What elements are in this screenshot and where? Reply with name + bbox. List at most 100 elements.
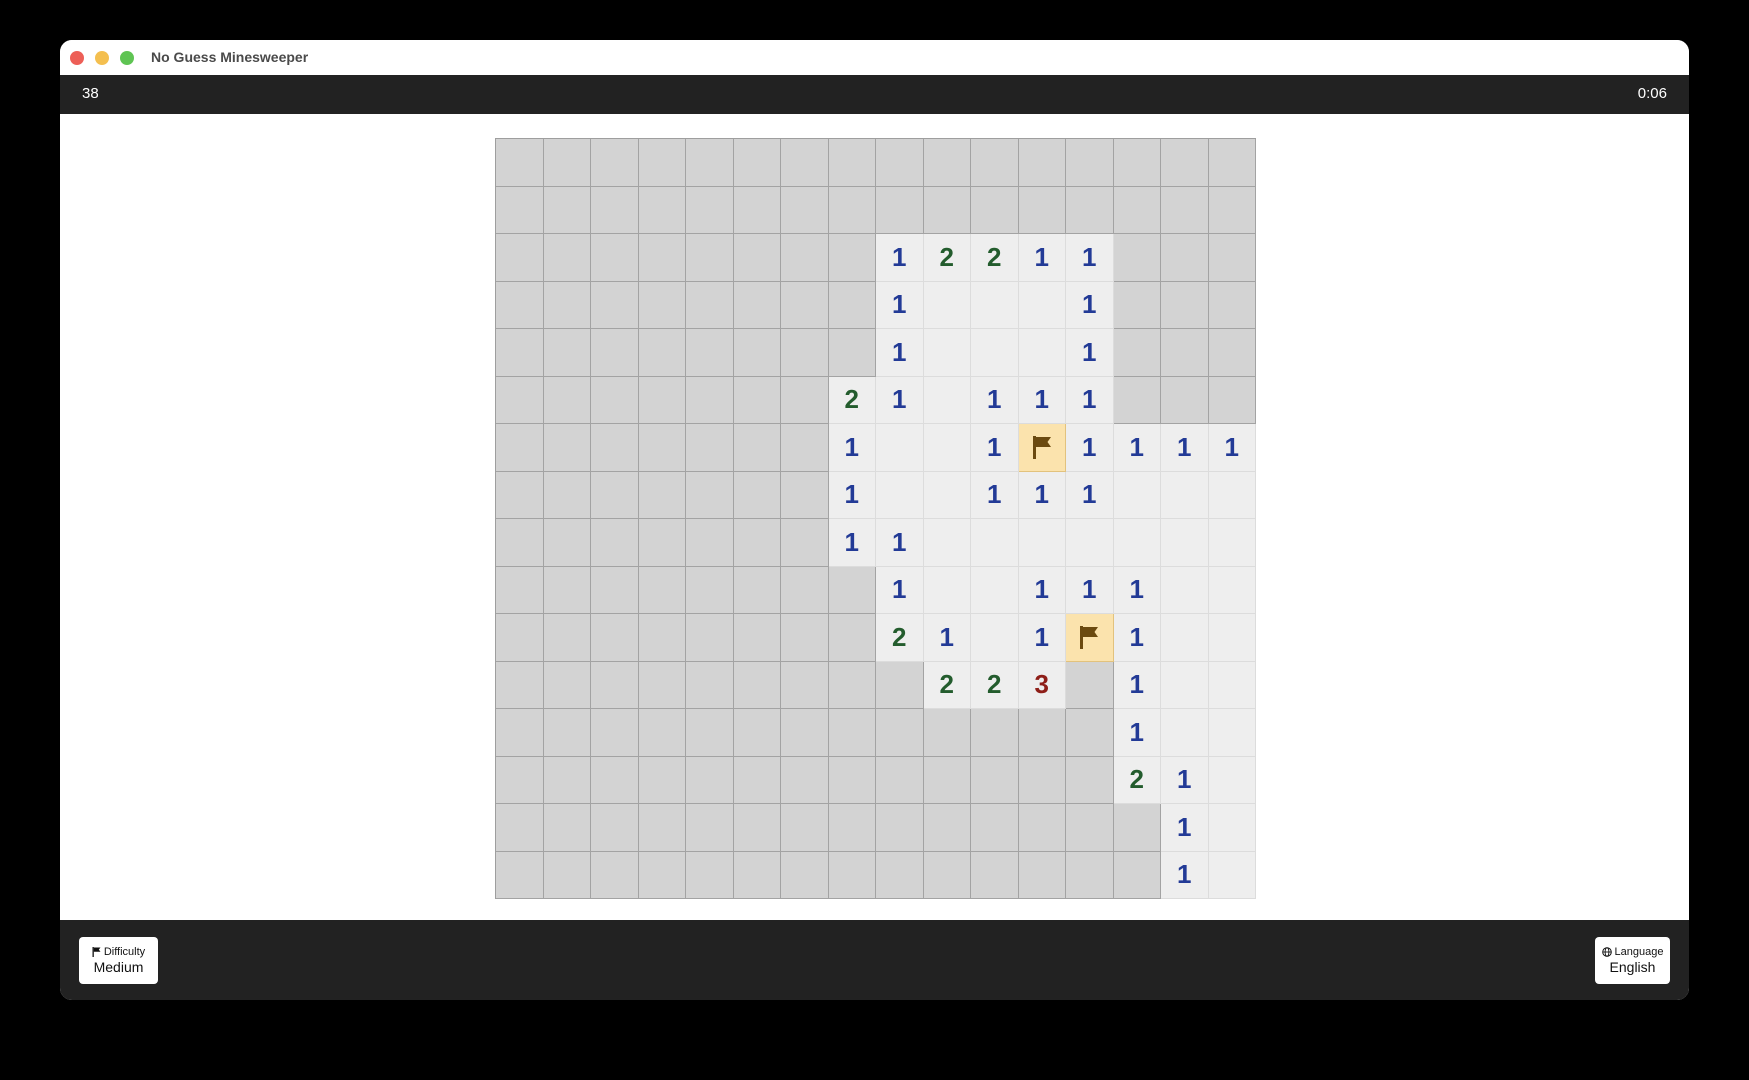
revealed-number-cell[interactable]: 1 [828, 519, 876, 567]
hidden-cell[interactable] [733, 566, 781, 614]
hidden-cell[interactable] [543, 424, 591, 472]
revealed-empty-cell[interactable] [1161, 566, 1209, 614]
revealed-number-cell[interactable]: 2 [971, 661, 1019, 709]
revealed-number-cell[interactable]: 1 [1066, 376, 1114, 424]
hidden-cell[interactable] [828, 186, 876, 234]
hidden-cell[interactable] [686, 661, 734, 709]
hidden-cell[interactable] [971, 709, 1019, 757]
hidden-cell[interactable] [638, 756, 686, 804]
revealed-number-cell[interactable]: 1 [1018, 471, 1066, 519]
hidden-cell[interactable] [638, 851, 686, 899]
hidden-cell[interactable] [971, 804, 1019, 852]
hidden-cell[interactable] [591, 139, 639, 187]
hidden-cell[interactable] [1066, 186, 1114, 234]
hidden-cell[interactable] [781, 186, 829, 234]
hidden-cell[interactable] [591, 851, 639, 899]
revealed-number-cell[interactable]: 2 [876, 614, 924, 662]
hidden-cell[interactable] [733, 519, 781, 567]
hidden-cell[interactable] [686, 566, 734, 614]
hidden-cell[interactable] [638, 709, 686, 757]
hidden-cell[interactable] [876, 186, 924, 234]
hidden-cell[interactable] [543, 661, 591, 709]
revealed-empty-cell[interactable] [971, 281, 1019, 329]
revealed-empty-cell[interactable] [1208, 661, 1256, 709]
hidden-cell[interactable] [543, 329, 591, 377]
hidden-cell[interactable] [1161, 329, 1209, 377]
revealed-number-cell[interactable]: 1 [1066, 566, 1114, 614]
revealed-empty-cell[interactable] [923, 424, 971, 472]
revealed-number-cell[interactable]: 2 [1113, 756, 1161, 804]
revealed-number-cell[interactable]: 2 [923, 661, 971, 709]
revealed-empty-cell[interactable] [923, 281, 971, 329]
revealed-empty-cell[interactable] [923, 471, 971, 519]
hidden-cell[interactable] [686, 281, 734, 329]
hidden-cell[interactable] [781, 471, 829, 519]
hidden-cell[interactable] [1208, 186, 1256, 234]
difficulty-selector[interactable]: Difficulty Medium [79, 937, 158, 984]
hidden-cell[interactable] [733, 139, 781, 187]
hidden-cell[interactable] [733, 281, 781, 329]
hidden-cell[interactable] [638, 329, 686, 377]
hidden-cell[interactable] [591, 519, 639, 567]
hidden-cell[interactable] [971, 756, 1019, 804]
hidden-cell[interactable] [1208, 234, 1256, 282]
revealed-number-cell[interactable]: 1 [1018, 614, 1066, 662]
hidden-cell[interactable] [591, 281, 639, 329]
hidden-cell[interactable] [638, 186, 686, 234]
hidden-cell[interactable] [543, 519, 591, 567]
revealed-number-cell[interactable]: 2 [971, 234, 1019, 282]
hidden-cell[interactable] [496, 139, 544, 187]
hidden-cell[interactable] [543, 614, 591, 662]
hidden-cell[interactable] [828, 851, 876, 899]
hidden-cell[interactable] [543, 186, 591, 234]
hidden-cell[interactable] [781, 329, 829, 377]
hidden-cell[interactable] [828, 756, 876, 804]
hidden-cell[interactable] [828, 329, 876, 377]
hidden-cell[interactable] [496, 329, 544, 377]
hidden-cell[interactable] [971, 186, 1019, 234]
revealed-empty-cell[interactable] [1113, 519, 1161, 567]
hidden-cell[interactable] [876, 661, 924, 709]
hidden-cell[interactable] [733, 329, 781, 377]
revealed-number-cell[interactable]: 1 [876, 566, 924, 614]
revealed-empty-cell[interactable] [1208, 471, 1256, 519]
hidden-cell[interactable] [638, 424, 686, 472]
hidden-cell[interactable] [1113, 804, 1161, 852]
hidden-cell[interactable] [543, 566, 591, 614]
revealed-number-cell[interactable]: 1 [1066, 329, 1114, 377]
hidden-cell[interactable] [1161, 186, 1209, 234]
hidden-cell[interactable] [543, 756, 591, 804]
revealed-empty-cell[interactable] [1208, 851, 1256, 899]
revealed-number-cell[interactable]: 1 [1066, 471, 1114, 519]
hidden-cell[interactable] [781, 376, 829, 424]
revealed-number-cell[interactable]: 1 [876, 519, 924, 567]
hidden-cell[interactable] [828, 566, 876, 614]
hidden-cell[interactable] [591, 471, 639, 519]
hidden-cell[interactable] [591, 234, 639, 282]
revealed-empty-cell[interactable] [1018, 281, 1066, 329]
hidden-cell[interactable] [781, 614, 829, 662]
minimize-window-button[interactable] [95, 51, 109, 65]
hidden-cell[interactable] [543, 281, 591, 329]
revealed-empty-cell[interactable] [971, 519, 1019, 567]
revealed-empty-cell[interactable] [1018, 329, 1066, 377]
hidden-cell[interactable] [1066, 709, 1114, 757]
revealed-empty-cell[interactable] [923, 519, 971, 567]
revealed-empty-cell[interactable] [1161, 471, 1209, 519]
revealed-empty-cell[interactable] [1208, 709, 1256, 757]
hidden-cell[interactable] [1161, 281, 1209, 329]
hidden-cell[interactable] [638, 614, 686, 662]
hidden-cell[interactable] [686, 519, 734, 567]
revealed-empty-cell[interactable] [971, 329, 1019, 377]
hidden-cell[interactable] [781, 756, 829, 804]
hidden-cell[interactable] [876, 851, 924, 899]
hidden-cell[interactable] [876, 804, 924, 852]
hidden-cell[interactable] [733, 614, 781, 662]
hidden-cell[interactable] [781, 139, 829, 187]
revealed-number-cell[interactable]: 2 [923, 234, 971, 282]
hidden-cell[interactable] [781, 519, 829, 567]
hidden-cell[interactable] [686, 376, 734, 424]
revealed-empty-cell[interactable] [923, 566, 971, 614]
revealed-number-cell[interactable]: 1 [971, 471, 1019, 519]
revealed-number-cell[interactable]: 1 [1113, 614, 1161, 662]
